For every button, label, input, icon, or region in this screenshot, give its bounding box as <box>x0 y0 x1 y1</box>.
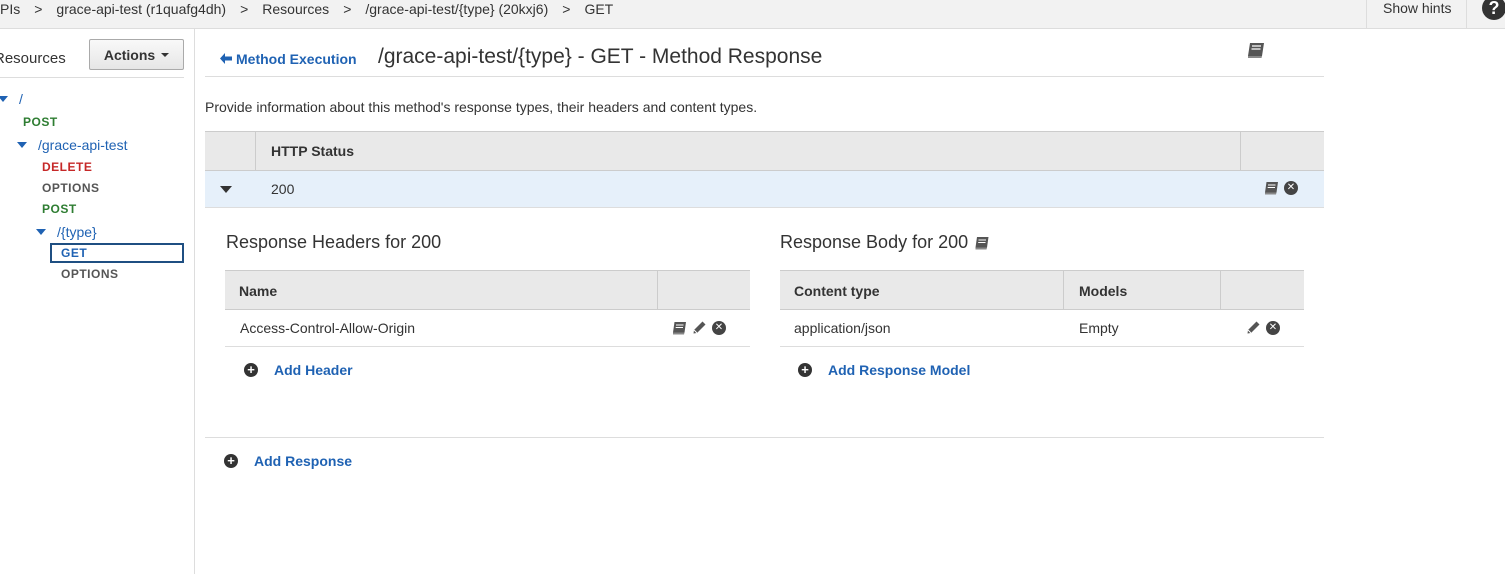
help-icon[interactable]: ? <box>1482 0 1505 20</box>
tree-method-type-options[interactable]: OPTIONS <box>61 267 119 281</box>
response-body-heading: Response Body for 200 <box>780 232 990 253</box>
tree-item-type[interactable]: /{type} <box>57 224 97 240</box>
tree-method-get[interactable]: GET <box>61 246 87 260</box>
column-divider <box>1220 271 1221 309</box>
row-actions: ✕ <box>1264 181 1298 195</box>
page-title: /grace-api-test/{type} - GET - Method Re… <box>378 45 823 68</box>
breadcrumb-apis[interactable]: PIs <box>0 1 20 17</box>
pencil-icon[interactable] <box>1246 320 1261 335</box>
resources-panel: Resources Actions / POST /grace-api-test… <box>0 29 195 574</box>
add-response-model-label: Add Response Model <box>828 362 971 378</box>
table-row: application/json Empty ✕ <box>780 310 1304 347</box>
breadcrumb-method: GET <box>584 0 614 17</box>
breadcrumb-separator: > <box>343 0 352 17</box>
models-column: Models <box>1079 283 1128 299</box>
tree-method-delete[interactable]: DELETE <box>42 160 92 174</box>
divider <box>205 76 1324 77</box>
response-body-title: Response Body for 200 <box>780 232 969 252</box>
caret-down-icon[interactable] <box>17 142 27 148</box>
status-table-header: HTTP Status <box>205 131 1324 171</box>
response-body-table-header: Content type Models <box>780 270 1304 310</box>
description-text: Provide information about this method's … <box>205 99 758 115</box>
content-type-value: application/json <box>794 320 891 336</box>
book-icon[interactable] <box>672 321 687 335</box>
add-response-label: Add Response <box>254 453 353 469</box>
caret-down-icon[interactable] <box>36 229 46 235</box>
actions-label: Actions <box>103 46 156 63</box>
row-actions: ✕ <box>1246 320 1280 335</box>
column-divider <box>1063 271 1064 309</box>
divider <box>0 77 184 78</box>
table-row: Access-Control-Allow-Origin ✕ <box>225 310 750 347</box>
column-divider <box>1240 132 1241 170</box>
pencil-icon[interactable] <box>692 320 707 335</box>
http-status-column: HTTP Status <box>271 143 354 159</box>
breadcrumb: PIs > grace-api-test (r1quafg4dh) > Reso… <box>0 0 613 17</box>
top-bar: PIs > grace-api-test (r1quafg4dh) > Reso… <box>0 0 1505 29</box>
breadcrumb-separator: > <box>34 0 43 17</box>
tree-method-root-post[interactable]: POST <box>23 115 58 129</box>
remove-icon[interactable]: ✕ <box>1266 320 1280 335</box>
resources-title: Resources <box>0 50 66 67</box>
breadcrumb-separator: > <box>240 0 249 17</box>
show-hints-button[interactable]: Show hints <box>1366 0 1467 29</box>
add-header-label: Add Header <box>274 362 353 378</box>
method-execution-link[interactable]: Method Execution <box>220 51 357 67</box>
caret-down-icon[interactable] <box>220 186 232 193</box>
add-response-button[interactable]: + Add Response <box>224 453 352 469</box>
caret-down-icon[interactable] <box>0 96 8 102</box>
add-response-model-button[interactable]: + Add Response Model <box>798 362 970 378</box>
remove-icon[interactable]: ✕ <box>1284 181 1298 195</box>
divider <box>205 437 1324 438</box>
actions-button[interactable]: Actions <box>89 39 184 70</box>
show-hints-label: Show hints <box>1383 0 1452 16</box>
book-icon[interactable] <box>1264 181 1279 195</box>
response-headers-title: Response Headers for 200 <box>226 232 442 252</box>
response-headers-table-header: Name <box>225 270 750 310</box>
breadcrumb-api[interactable]: grace-api-test (r1quafg4dh) <box>56 1 226 17</box>
plus-circle-icon: + <box>244 363 258 377</box>
back-arrow-icon <box>220 51 232 67</box>
method-execution-label: Method Execution <box>236 51 357 67</box>
tree-item-root[interactable]: / <box>19 91 23 107</box>
caret-down-icon <box>161 52 170 57</box>
column-divider <box>255 132 256 170</box>
plus-circle-icon: + <box>224 454 238 468</box>
breadcrumb-separator: > <box>562 0 571 17</box>
tree-item-grace-api-test[interactable]: /grace-api-test <box>38 137 127 153</box>
plus-circle-icon: + <box>798 363 812 377</box>
breadcrumb-resource[interactable]: /grace-api-test/{type} (20kxj6) <box>365 1 548 17</box>
tree-method-options[interactable]: OPTIONS <box>42 181 100 195</box>
add-header-button[interactable]: + Add Header <box>244 362 353 378</box>
row-actions: ✕ <box>672 320 726 335</box>
status-code: 200 <box>271 181 295 197</box>
book-icon[interactable] <box>974 236 990 250</box>
model-value: Empty <box>1079 320 1119 336</box>
content-type-column: Content type <box>794 283 880 299</box>
column-divider <box>657 271 658 309</box>
table-row[interactable]: 200 ✕ <box>205 171 1324 208</box>
name-column: Name <box>239 283 278 299</box>
breadcrumb-resources[interactable]: Resources <box>262 1 329 17</box>
tree-method-post[interactable]: POST <box>42 202 77 216</box>
header-name: Access-Control-Allow-Origin <box>240 320 416 336</box>
remove-icon[interactable]: ✕ <box>712 320 726 335</box>
book-icon[interactable] <box>1247 42 1266 62</box>
